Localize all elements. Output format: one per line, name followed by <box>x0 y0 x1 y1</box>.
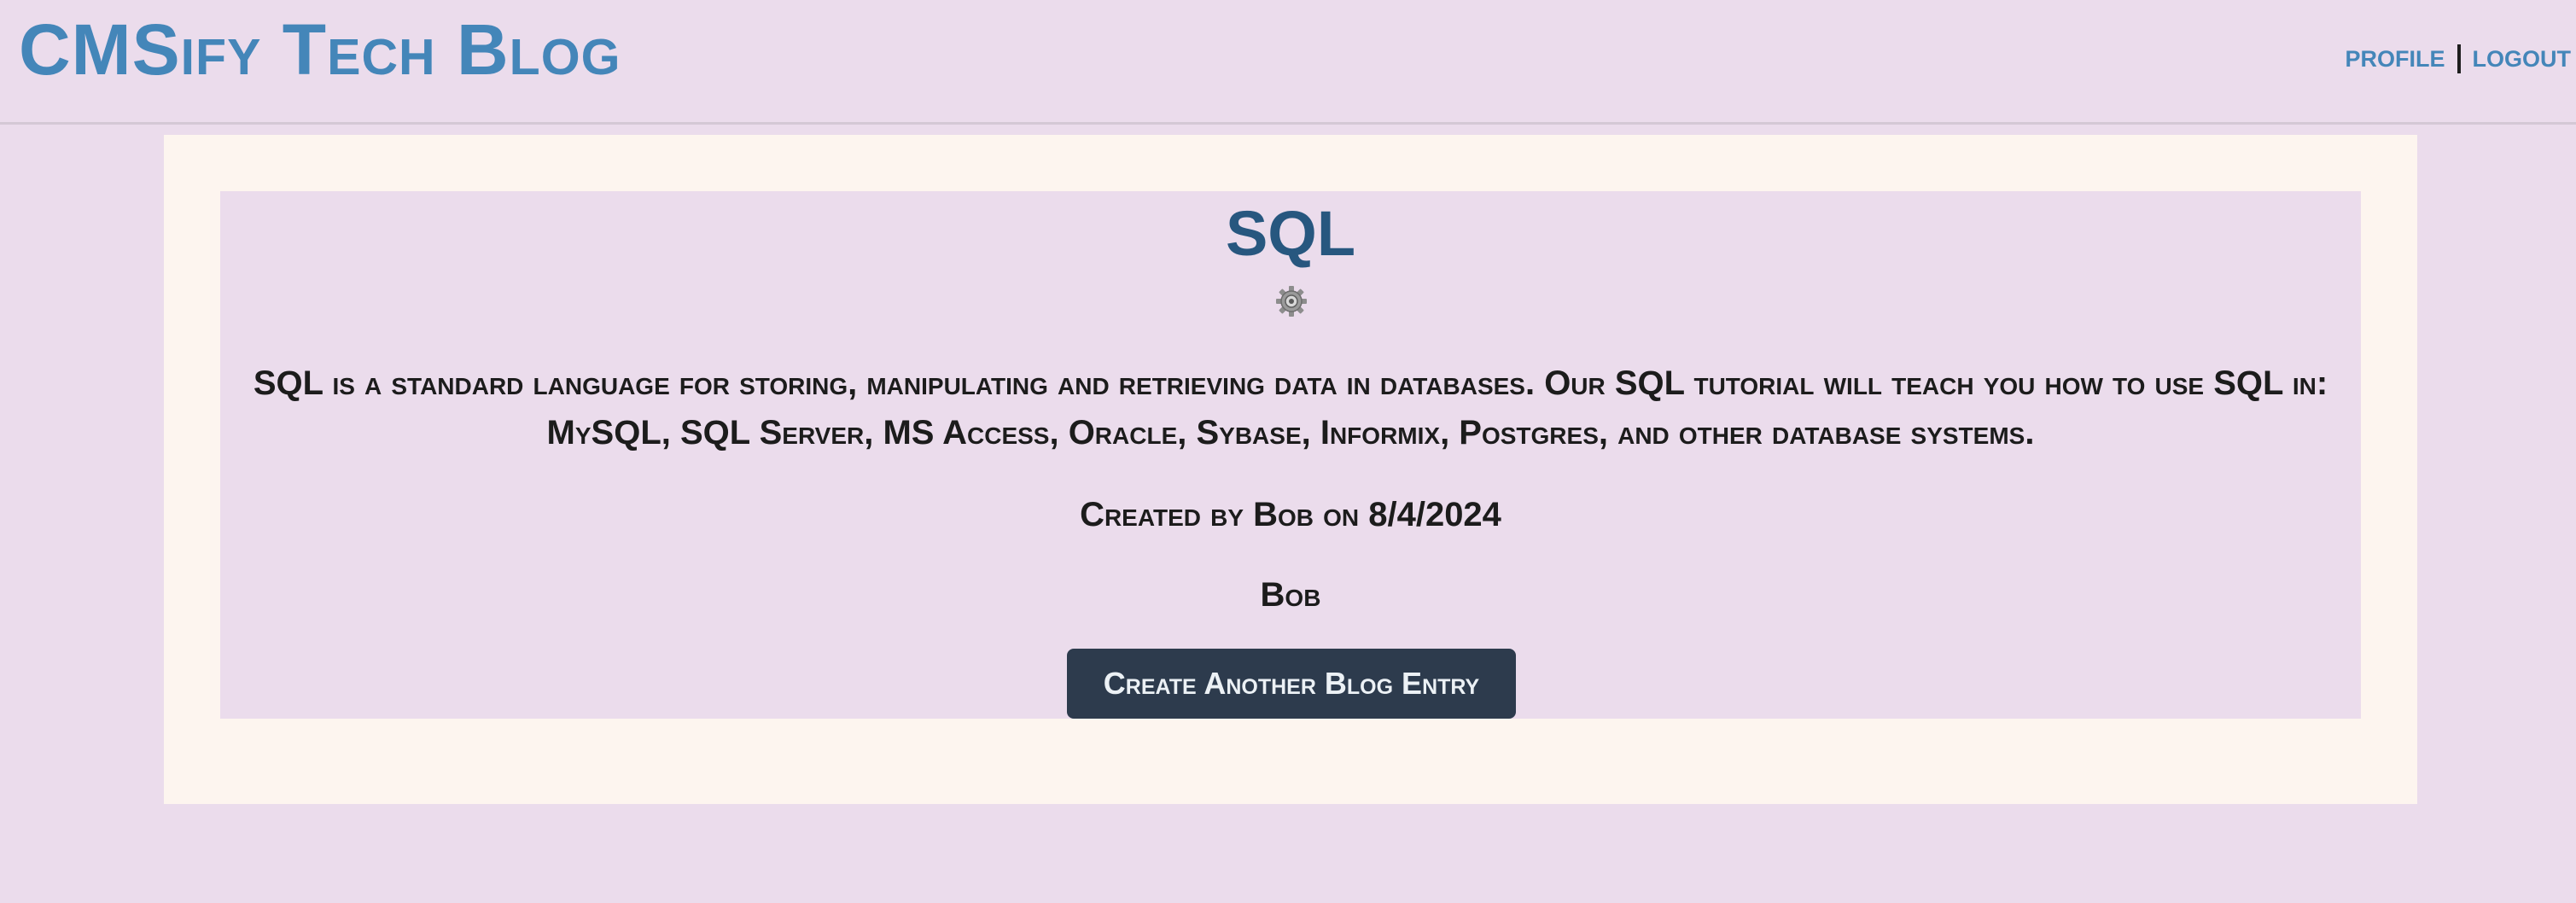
blog-post-card: SQL SQL is a standard language for stori… <box>220 191 2361 719</box>
site-header: CMSify Tech Blog PROFILE LOGOUT <box>0 0 2576 125</box>
top-nav: PROFILE LOGOUT <box>2345 38 2571 80</box>
post-title: SQL <box>1225 198 1356 269</box>
post-created-info: Created by Bob on 8/4/2024 <box>1080 496 1501 533</box>
post-author: Bob <box>1260 576 1321 614</box>
logout-link[interactable]: LOGOUT <box>2473 46 2572 73</box>
post-description: SQL is a standard language for storing, … <box>253 364 2328 452</box>
site-title[interactable]: CMSify Tech Blog <box>19 7 621 92</box>
nav-divider <box>2457 44 2461 73</box>
content-panel: SQL SQL is a standard language for stori… <box>164 135 2417 804</box>
create-blog-entry-button[interactable]: Create Another Blog Entry <box>1067 649 1516 719</box>
gear-icon <box>1275 285 1308 318</box>
profile-link[interactable]: PROFILE <box>2345 46 2445 73</box>
